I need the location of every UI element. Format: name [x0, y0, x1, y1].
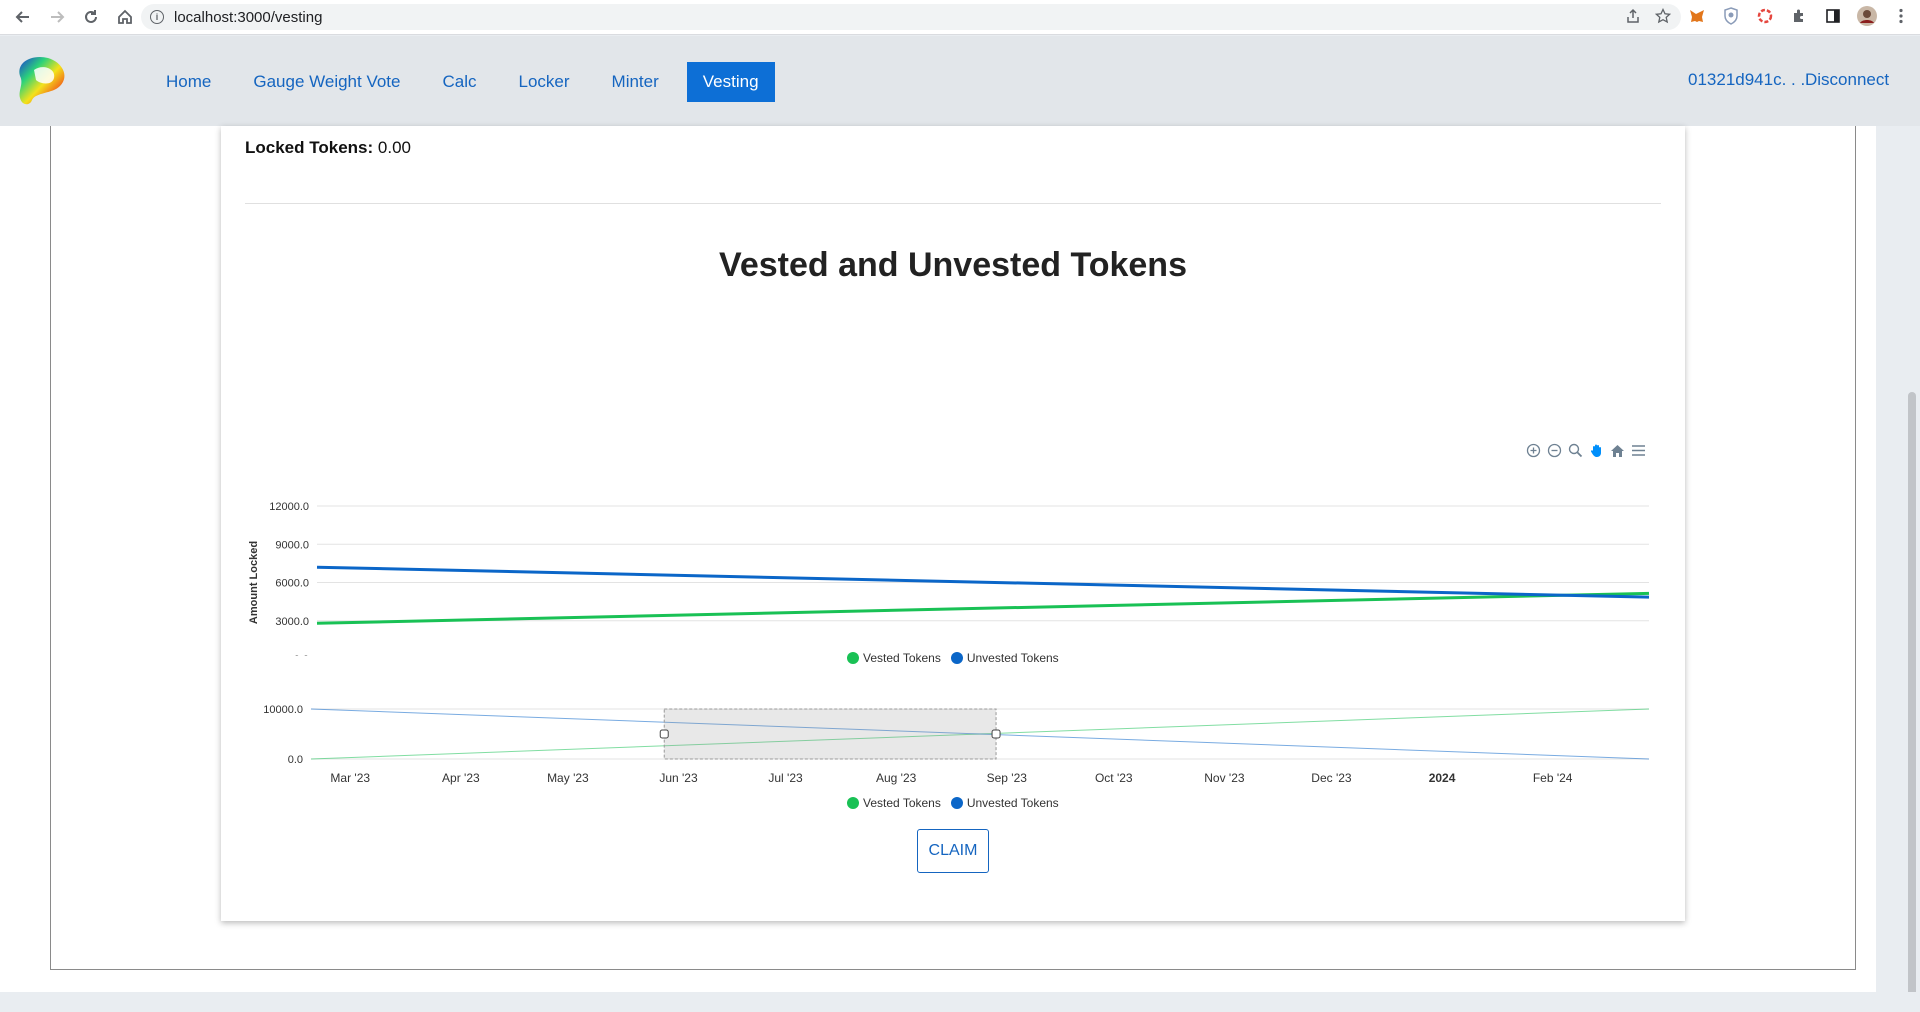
brush-legend-unvested-label: Unvested Tokens	[966, 796, 1059, 810]
brush-x-tick-label: Jun '23	[659, 771, 698, 785]
brush-y-tick-label: 10000.0	[263, 704, 303, 716]
nav-vesting[interactable]: Vesting	[686, 62, 775, 102]
vesting-card: Locked Tokens: 0.00 Vested and Unvested …	[221, 126, 1685, 921]
main-line-chart[interactable]: 12000.0 9000.0 6000.0 3000.0 0.0 Amount Locke…	[221, 456, 1685, 656]
locked-tokens-label: Locked Tokens:	[245, 138, 374, 157]
nav-gauge-weight-vote[interactable]: Gauge Weight Vote	[239, 62, 414, 102]
nav-calc[interactable]: Calc	[428, 62, 490, 102]
locked-tokens-value: 0.00	[377, 138, 411, 157]
reload-icon[interactable]	[76, 2, 106, 32]
brush-legend-vested[interactable]: Vested Tokens	[847, 796, 941, 810]
y-tick-label: 9000.0	[275, 539, 309, 551]
brush-handle-left[interactable]	[659, 729, 669, 739]
home-icon[interactable]	[110, 2, 140, 32]
nav-locker[interactable]: Locker	[505, 62, 584, 102]
brush-legend-unvested-marker	[950, 797, 963, 809]
brush-x-tick-label: 2024	[1429, 771, 1456, 785]
forward-icon[interactable]	[42, 2, 72, 32]
y-tick-label: 12000.0	[269, 501, 309, 513]
brush-legend-vested-label: Vested Tokens	[863, 796, 941, 810]
brush-chart-legend: Vested Tokens Unvested Tokens	[847, 796, 1059, 810]
brush-overview-chart[interactable]: 10000.0 0.0 Mar '23 Apr '23 May '23 Jun '23 Ju…	[221, 694, 1685, 794]
legend-unvested-marker	[950, 652, 963, 664]
share-icon[interactable]	[1625, 8, 1641, 29]
brush-legend-unvested[interactable]: Unvested Tokens	[950, 796, 1059, 810]
main-chart-legend: Vested Tokens Unvested Tokens	[847, 651, 1059, 665]
brush-x-tick-label: Aug '23	[876, 771, 917, 785]
brush-selection-range[interactable]	[663, 708, 997, 760]
vested-series-line	[316, 591, 1650, 625]
brush-x-tick-label: Apr '23	[442, 771, 480, 785]
site-info-icon[interactable]: i	[150, 10, 164, 24]
url-text: localhost:3000/vesting	[174, 8, 323, 26]
divider	[245, 203, 1661, 204]
curve-logo-icon[interactable]	[14, 54, 70, 108]
y-tick-label: 6000.0	[275, 578, 309, 590]
main-nav: Home Gauge Weight Vote Calc Locker Minte…	[152, 62, 789, 102]
legend-vested-label: Vested Tokens	[863, 651, 941, 665]
legend-vested[interactable]: Vested Tokens	[847, 651, 941, 665]
claim-button[interactable]: CLAIM	[917, 829, 989, 873]
metamask-extension-icon[interactable]	[1686, 5, 1708, 27]
nav-home[interactable]: Home	[152, 62, 225, 102]
scrollbar-thumb[interactable]	[1908, 392, 1916, 1008]
page-footer-strip	[0, 992, 1920, 1012]
chart-title: Vested and Unvested Tokens	[719, 246, 1187, 284]
brush-x-tick-label: Feb '24	[1533, 771, 1573, 785]
puzzle-extensions-icon[interactable]	[1788, 5, 1810, 27]
side-panel-icon[interactable]	[1822, 5, 1844, 27]
legend-unvested[interactable]: Unvested Tokens	[950, 651, 1059, 665]
address-bar[interactable]: i localhost:3000/vesting	[141, 4, 1681, 30]
brush-y-tick-label: 0.0	[288, 754, 303, 766]
more-menu-icon[interactable]	[1890, 5, 1912, 27]
browser-toolbar: i localhost:3000/vesting	[0, 0, 1920, 35]
legend-unvested-label: Unvested Tokens	[966, 651, 1059, 665]
nav-minter[interactable]: Minter	[598, 62, 673, 102]
brush-x-tick-label: Nov '23	[1204, 771, 1245, 785]
ring-extension-icon[interactable]	[1754, 5, 1776, 27]
brush-x-tick-label: Mar '23	[330, 771, 370, 785]
brush-x-tick-label: May '23	[547, 771, 589, 785]
disconnect-button[interactable]: Disconnect	[1805, 70, 1889, 90]
legend-vested-marker	[847, 652, 859, 664]
y-tick-label: 0.0	[294, 654, 309, 656]
brush-x-tick-label: Sep '23	[987, 771, 1028, 785]
brush-handle-right[interactable]	[991, 729, 1001, 739]
brush-x-tick-label: Dec '23	[1311, 771, 1352, 785]
y-axis-title: Amount Locked	[248, 541, 260, 624]
app-header: Home Gauge Weight Vote Calc Locker Minte…	[0, 36, 1920, 126]
profile-avatar[interactable]	[1856, 5, 1878, 27]
brush-legend-vested-marker	[847, 797, 859, 809]
shield-extension-icon[interactable]	[1720, 5, 1742, 27]
brush-x-tick-label: Jul '23	[768, 771, 803, 785]
account-address[interactable]: 01321d941c. . .	[1688, 70, 1805, 90]
y-tick-label: 3000.0	[275, 616, 309, 628]
locked-tokens-row: Locked Tokens: 0.00	[245, 138, 411, 158]
back-icon[interactable]	[8, 2, 38, 32]
bookmark-star-icon[interactable]	[1654, 7, 1672, 29]
brush-x-tick-label: Oct '23	[1095, 771, 1133, 785]
